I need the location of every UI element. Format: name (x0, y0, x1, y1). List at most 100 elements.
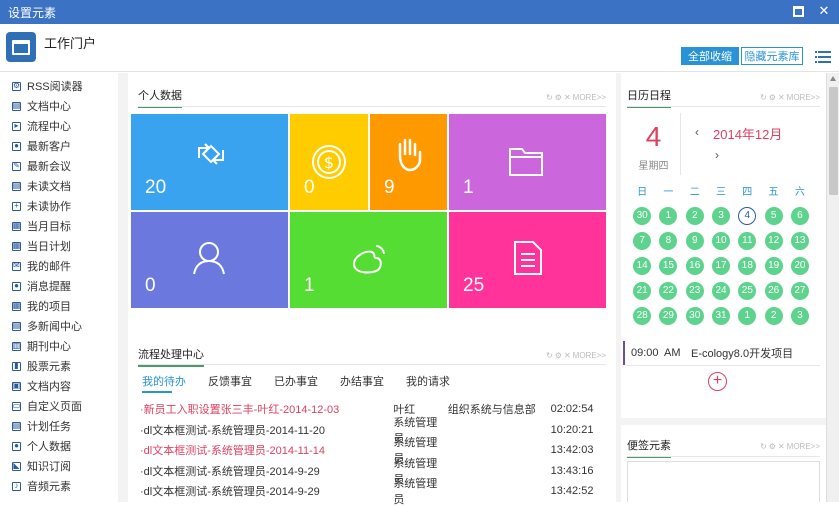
sidebar-item[interactable]: ⚙ RSS阅读器 (0, 76, 118, 96)
calendar-date[interactable]: 26 (764, 282, 783, 300)
sidebar-item[interactable]: ▮ 股票元素 (0, 356, 118, 376)
sidebar-item[interactable]: ▤ 文档中心 (0, 96, 118, 116)
sidebar-item[interactable]: ▤ 计划任务 (0, 416, 118, 436)
workflow-row[interactable]: ·dl文本框测试-系统管理员-2014-11-20 系统管理员 10:20:21 (140, 417, 610, 445)
sidebar-item[interactable]: ▭ 自定义页面 (0, 396, 118, 416)
calendar-date[interactable]: 6 (790, 207, 809, 225)
calendar-date[interactable]: 30 (685, 307, 704, 325)
calendar-event[interactable]: 09:00 AM E-cology8.0开发项目 (623, 341, 819, 365)
notes-tools[interactable]: ↻ ⚙ ✕ MORE>> (760, 442, 820, 451)
calendar-date[interactable]: 5 (764, 207, 783, 225)
sidebar-item[interactable]: ▦ 当日计划 (0, 236, 118, 256)
calendar-date[interactable]: 29 (659, 307, 678, 325)
sidebar-item[interactable]: ▤ 多新闻中心 (0, 316, 118, 336)
calendar-date[interactable]: 30 (633, 207, 652, 225)
sidebar-item[interactable]: ◣ 知识订阅 (0, 456, 118, 476)
scroll-up-icon[interactable] (830, 76, 836, 81)
tile-file[interactable]: 25 (449, 212, 606, 308)
calendar-date[interactable]: 28 (633, 307, 652, 325)
sidebar-item[interactable]: ▸ 流程中心 (0, 116, 118, 136)
calendar-date[interactable]: 17 (712, 257, 731, 275)
request-title[interactable]: ·dl文本框测试-系统管理员-2014-9-29 (140, 463, 393, 479)
prev-month-icon[interactable]: ‹ (695, 125, 699, 139)
tab-finished[interactable]: 办结事宜 (340, 373, 384, 389)
calendar-date[interactable]: 23 (685, 282, 704, 300)
menu-icon[interactable] (815, 51, 831, 64)
sidebar-item[interactable]: ▤ 未读文档 (0, 176, 118, 196)
vertical-scrollbar[interactable] (826, 73, 839, 502)
calendar-date[interactable]: 13 (790, 232, 809, 250)
calendar-date[interactable]: 1 (738, 307, 757, 325)
request-title[interactable]: ·新员工入职设置张三丰-叶红-2014-12-03 (140, 401, 393, 417)
workflow-row[interactable]: ·新员工入职设置张三丰-叶红-2014-12-03 叶红 组织系统与信息部 02:02… (140, 399, 610, 420)
calendar-date[interactable]: 27 (790, 282, 809, 300)
tab-feedback[interactable]: 反馈事宜 (208, 373, 252, 389)
sidebar-item[interactable]: ♪ 音频元素 (0, 476, 118, 496)
tile-weibo[interactable]: 1 (290, 212, 447, 308)
maximize-button[interactable] (791, 4, 805, 18)
workflow-row[interactable]: ·dl文本框测试-系统管理员-2014-9-29 系统管理员 13:43:16 (140, 458, 610, 486)
workflow-row[interactable]: ·dl文本框测试-系统管理员-2014-9-29 系统管理员 13:42:52 (140, 478, 610, 506)
refresh-icon[interactable]: ↻ (760, 93, 767, 102)
calendar-date[interactable]: 8 (659, 232, 678, 250)
tab-my-todo[interactable]: 我的待办 (142, 373, 186, 389)
sidebar-item[interactable]: ▦ 我的项目 (0, 296, 118, 316)
sidebar-item[interactable]: + 未读协作 (0, 196, 118, 216)
calendar-date[interactable]: 11 (738, 232, 757, 250)
collapse-all-button[interactable]: 全部收缩 (681, 47, 739, 65)
sidebar-item[interactable]: ● 个人数据 (0, 436, 118, 456)
calendar-date[interactable]: 1 (659, 207, 678, 225)
calendar-date[interactable]: 19 (764, 257, 783, 275)
calendar-date[interactable]: 31 (712, 307, 731, 325)
tile-person[interactable]: 0 (131, 212, 288, 308)
tile-folder[interactable]: 1 (449, 114, 606, 210)
settings-icon[interactable]: ⚙ (769, 442, 776, 451)
tile-refresh[interactable]: 20 (131, 114, 288, 210)
settings-icon[interactable]: ⚙ (555, 93, 562, 102)
calendar-date[interactable]: 15 (659, 257, 678, 275)
calendar-tools[interactable]: ↻ ⚙ ✕ MORE>> (760, 93, 820, 102)
sidebar-item[interactable]: ✉ 我的邮件 (0, 256, 118, 276)
more-link[interactable]: MORE>> (573, 351, 606, 360)
close-icon[interactable]: ✕ (564, 351, 571, 360)
panel-tools[interactable]: ↻ ⚙ ✕ MORE>> (546, 93, 606, 102)
calendar-date[interactable]: 16 (685, 257, 704, 275)
calendar-today[interactable]: 4 (738, 207, 757, 225)
notes-textarea[interactable] (627, 461, 820, 502)
close-icon[interactable]: ✕ (564, 93, 571, 102)
calendar-date[interactable]: 18 (738, 257, 757, 275)
calendar-date[interactable]: 9 (685, 232, 704, 250)
calendar-date[interactable]: 20 (790, 257, 809, 275)
refresh-icon[interactable]: ↻ (760, 442, 767, 451)
calendar-date[interactable]: 24 (712, 282, 731, 300)
calendar-date[interactable]: 12 (764, 232, 783, 250)
request-title[interactable]: ·dl文本框测试-系统管理员-2014-9-29 (140, 483, 393, 499)
refresh-icon[interactable]: ↻ (546, 93, 553, 102)
hide-library-button[interactable]: 隐藏元素库 (741, 47, 803, 65)
sidebar-item[interactable]: ● 最新客户 (0, 136, 118, 156)
workflow-row[interactable]: ·dl文本框测试-系统管理员-2014-11-14 系统管理员 13:42:03 (140, 437, 610, 465)
scroll-thumb[interactable] (829, 87, 838, 195)
sidebar-item[interactable]: ● 消息提醒 (0, 276, 118, 296)
calendar-date[interactable]: 21 (633, 282, 652, 300)
workflow-tools[interactable]: ↻ ⚙ ✕ MORE>> (546, 351, 606, 360)
request-title[interactable]: ·dl文本框测试-系统管理员-2014-11-20 (140, 422, 393, 438)
calendar-date[interactable]: 22 (659, 282, 678, 300)
next-month-icon[interactable]: › (715, 148, 719, 162)
close-icon[interactable]: ✕ (778, 442, 785, 451)
refresh-icon[interactable]: ↻ (546, 351, 553, 360)
more-link[interactable]: MORE>> (787, 442, 820, 451)
tab-done[interactable]: 已办事宜 (274, 373, 318, 389)
more-link[interactable]: MORE>> (573, 93, 606, 102)
tile-coin[interactable]: $ 0 (290, 114, 368, 210)
sidebar-item[interactable]: ✎ 最新会议 (0, 156, 118, 176)
calendar-date[interactable]: 7 (633, 232, 652, 250)
settings-icon[interactable]: ⚙ (555, 351, 562, 360)
calendar-date[interactable]: 10 (712, 232, 731, 250)
close-button[interactable]: ✕ (817, 4, 831, 18)
add-event-button[interactable]: + (708, 372, 727, 391)
calendar-date[interactable]: 3 (790, 307, 809, 325)
close-icon[interactable]: ✕ (778, 93, 785, 102)
request-title[interactable]: ·dl文本框测试-系统管理员-2014-11-14 (140, 442, 393, 458)
calendar-date[interactable]: 25 (738, 282, 757, 300)
